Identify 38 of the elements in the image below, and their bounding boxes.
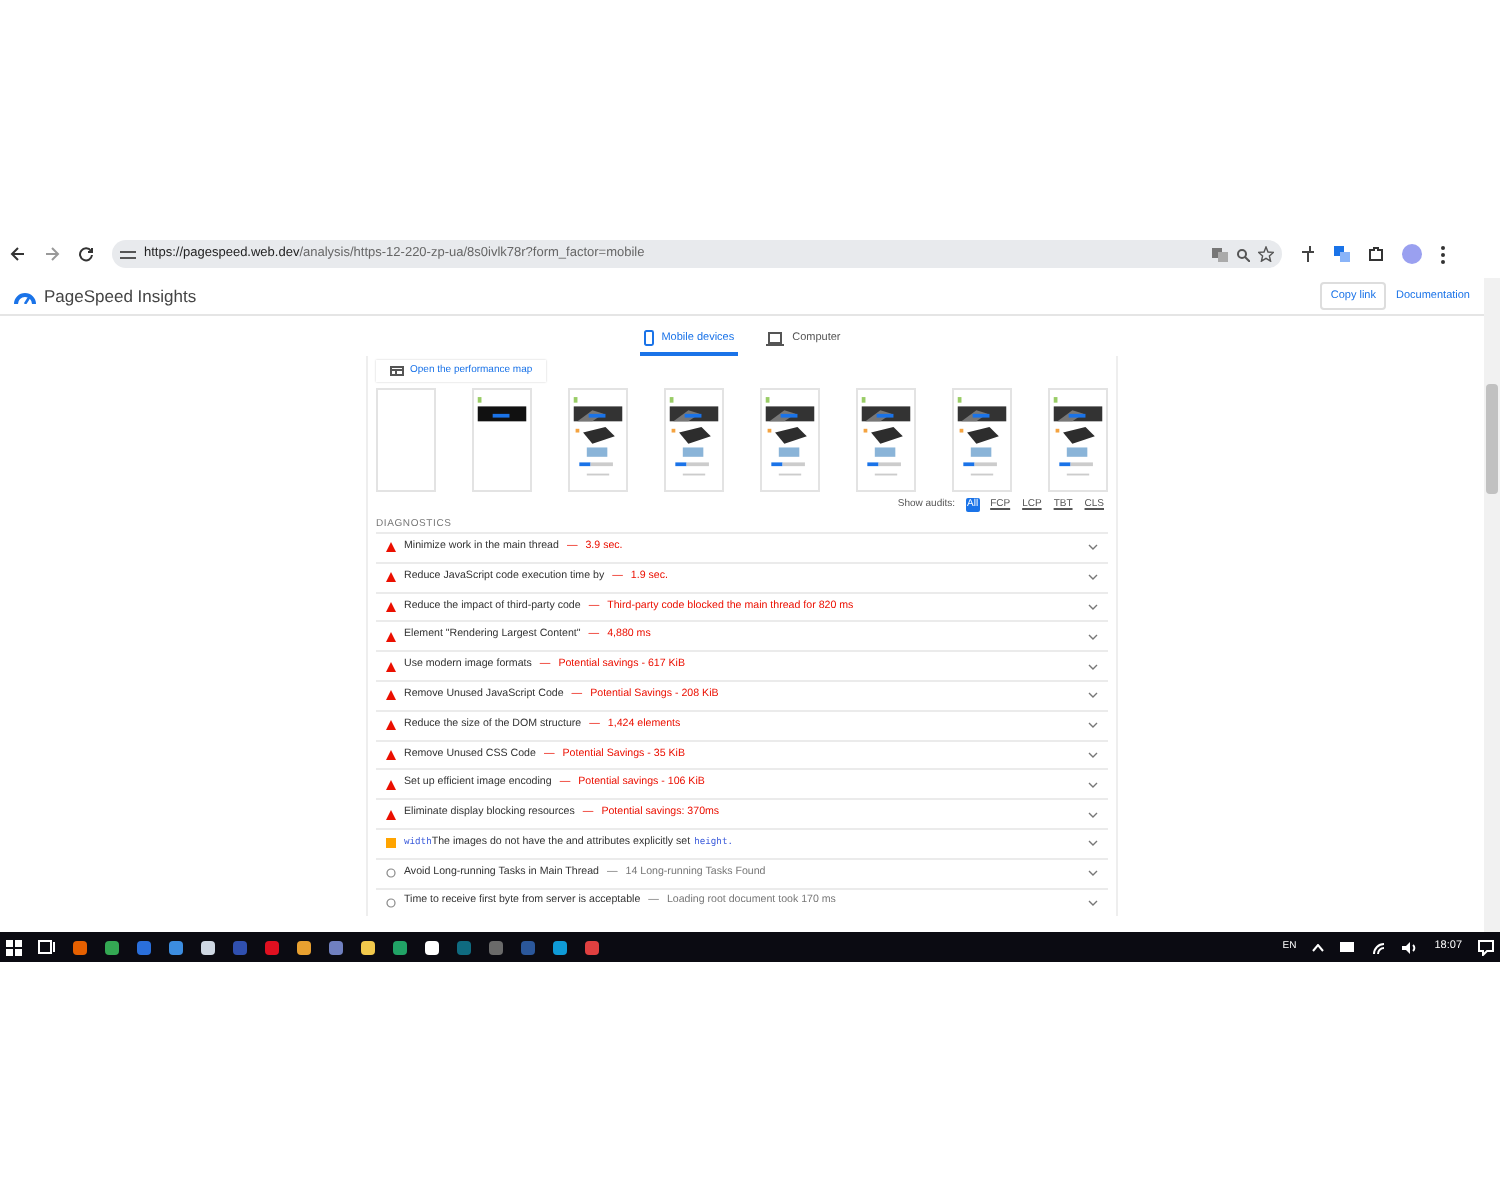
puzzle-icon[interactable] bbox=[1368, 246, 1384, 262]
network-icon[interactable] bbox=[1372, 941, 1387, 953]
windows-start-icon[interactable] bbox=[6, 939, 22, 955]
chevron-down-icon bbox=[1088, 840, 1098, 847]
chevron-up-icon[interactable] bbox=[1312, 943, 1325, 951]
chevron-down-icon bbox=[1088, 781, 1098, 788]
forward-icon[interactable] bbox=[44, 246, 60, 262]
chevron-down-icon bbox=[1088, 811, 1098, 818]
speaker-icon[interactable] bbox=[1402, 941, 1419, 953]
battery-icon[interactable] bbox=[1340, 942, 1357, 952]
menu-icon[interactable] bbox=[1440, 245, 1446, 263]
laptop-icon bbox=[766, 331, 785, 345]
scrollbar[interactable] bbox=[1484, 278, 1500, 932]
chevron-down-icon bbox=[1088, 574, 1098, 581]
speedometer-logo-icon bbox=[14, 289, 36, 303]
blank-frame bbox=[376, 388, 436, 492]
chevron-down-icon bbox=[1088, 692, 1098, 699]
app-title: PageSpeed Insights bbox=[44, 283, 197, 309]
chevron-down-icon bbox=[1088, 544, 1098, 551]
chevron-down-icon bbox=[1088, 633, 1098, 640]
chevron-down-icon bbox=[1088, 870, 1098, 877]
chevron-down-icon bbox=[1088, 603, 1098, 610]
task-view-icon[interactable] bbox=[38, 940, 56, 954]
back-icon[interactable] bbox=[10, 246, 26, 262]
translate-icon[interactable] bbox=[1334, 246, 1350, 262]
reload-icon[interactable] bbox=[78, 246, 94, 262]
star-icon[interactable] bbox=[1258, 246, 1274, 262]
chevron-down-icon bbox=[1088, 663, 1098, 670]
translate-icon[interactable] bbox=[1212, 247, 1228, 261]
site-info-icon[interactable] bbox=[120, 247, 136, 261]
chevron-down-icon bbox=[1088, 722, 1098, 729]
pin-icon[interactable] bbox=[1300, 246, 1316, 262]
notification-icon[interactable] bbox=[1478, 939, 1494, 955]
chevron-down-icon bbox=[1088, 899, 1098, 906]
phone-icon bbox=[643, 330, 654, 346]
chevron-down-icon bbox=[1088, 751, 1098, 758]
zoom-icon[interactable] bbox=[1236, 247, 1250, 261]
map-icon bbox=[390, 366, 404, 376]
